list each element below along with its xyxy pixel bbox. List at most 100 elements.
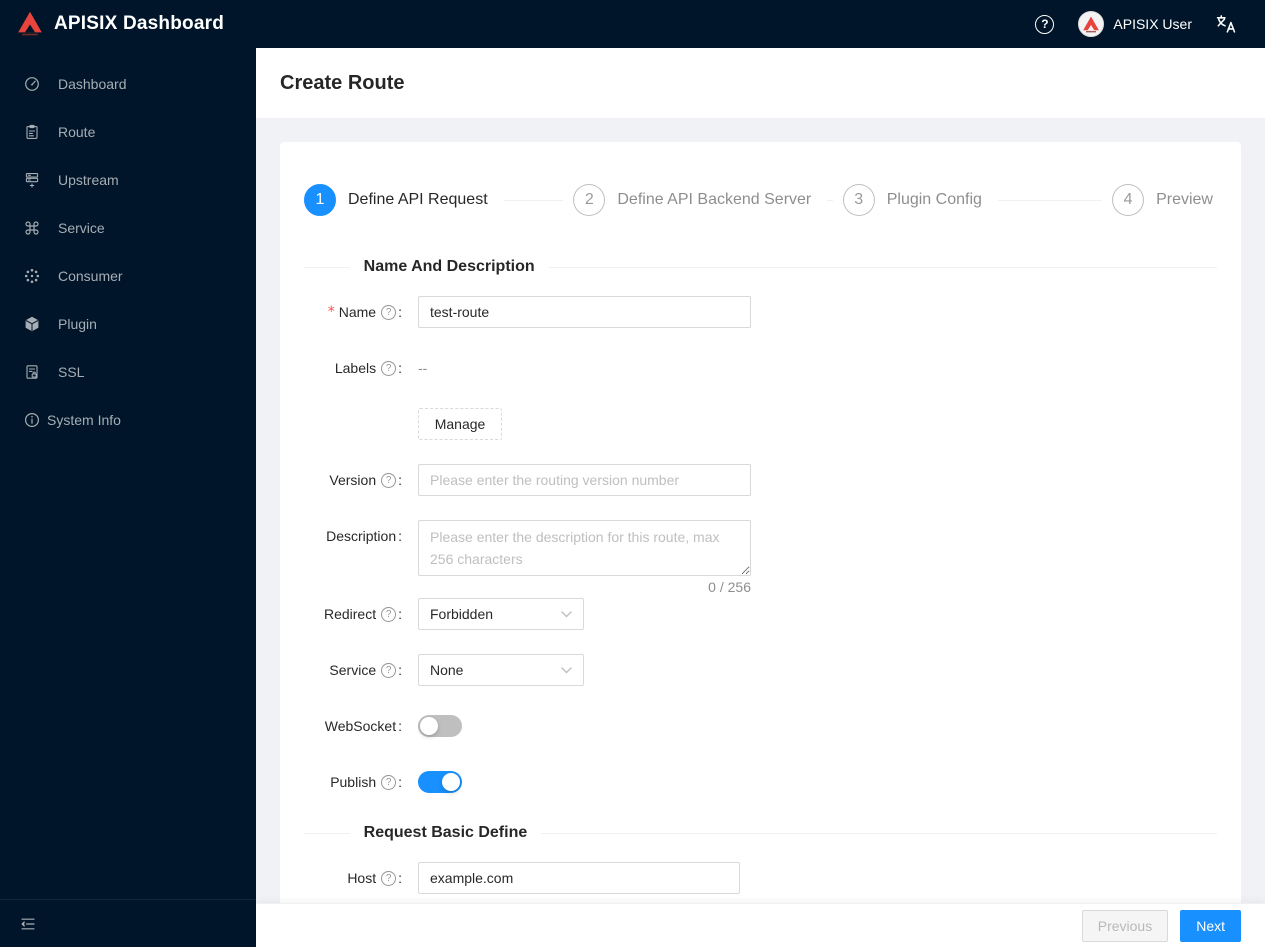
form-row-websocket: WebSocket : bbox=[304, 710, 1217, 742]
route-icon bbox=[24, 124, 40, 140]
page-title: Create Route bbox=[280, 71, 405, 94]
sidebar-menu: Dashboard Route Upstream Service Consume… bbox=[0, 48, 256, 899]
labels-value: -- bbox=[418, 360, 428, 376]
service-select[interactable]: None bbox=[418, 654, 584, 686]
divider-line bbox=[541, 832, 1217, 834]
step-define-api-request: 1 Define API Request bbox=[304, 184, 573, 216]
service-select-value: None bbox=[430, 662, 464, 678]
form-row-description: Description : 0 / 256 bbox=[304, 520, 1217, 598]
websocket-label: WebSocket : bbox=[324, 718, 402, 734]
step-title: Define API Request bbox=[348, 191, 488, 208]
form-row-service: Service ? : None bbox=[304, 654, 1217, 686]
sidebar-item-label: SSL bbox=[58, 364, 85, 380]
help-icon[interactable]: ? bbox=[1035, 14, 1055, 34]
app-logo-area[interactable]: APISIX Dashboard bbox=[0, 10, 256, 38]
version-label: Version ? : bbox=[329, 472, 402, 488]
system-info-icon bbox=[24, 412, 40, 428]
step-title: Preview bbox=[1156, 191, 1213, 208]
dashboard-icon bbox=[24, 76, 40, 92]
publish-help-icon[interactable]: ? bbox=[381, 774, 397, 790]
section-request-basic-define: Request Basic Define bbox=[304, 822, 1217, 844]
step-connector bbox=[827, 199, 833, 201]
required-asterisk: * bbox=[327, 304, 335, 320]
version-help-icon[interactable]: ? bbox=[381, 472, 397, 488]
page-header: Create Route bbox=[256, 48, 1265, 118]
sidebar-item-ssl[interactable]: SSL bbox=[0, 352, 256, 392]
step-preview: 4 Preview bbox=[1112, 184, 1217, 216]
upstream-icon bbox=[24, 172, 40, 188]
section-name-and-description: Name And Description bbox=[304, 256, 1217, 278]
manage-labels-button[interactable]: Manage bbox=[418, 408, 502, 440]
redirect-label: Redirect ? : bbox=[323, 606, 402, 622]
menu-collapse-icon[interactable] bbox=[20, 916, 36, 932]
sidebar-item-label: Consumer bbox=[58, 268, 123, 284]
sidebar: Dashboard Route Upstream Service Consume… bbox=[0, 48, 256, 947]
service-icon bbox=[24, 220, 40, 236]
sidebar-item-label: Dashboard bbox=[58, 76, 127, 92]
name-input[interactable] bbox=[418, 296, 751, 328]
sidebar-item-consumer[interactable]: Consumer bbox=[0, 256, 256, 296]
sidebar-item-dashboard[interactable]: Dashboard bbox=[0, 64, 256, 104]
description-textarea[interactable] bbox=[418, 520, 751, 576]
sidebar-item-label: Plugin bbox=[58, 316, 97, 332]
sidebar-item-label: Route bbox=[58, 124, 96, 140]
step-connector bbox=[997, 199, 1103, 201]
sidebar-item-label: Upstream bbox=[58, 172, 119, 188]
divider-line bbox=[304, 266, 350, 268]
redirect-select[interactable]: Forbidden bbox=[418, 598, 584, 630]
step-define-api-backend-server: 2 Define API Backend Server bbox=[573, 184, 842, 216]
next-button[interactable]: Next bbox=[1180, 909, 1241, 942]
description-char-counter: 0 / 256 bbox=[708, 579, 751, 595]
form-row-redirect: Redirect ? : Forbidden bbox=[304, 598, 1217, 630]
version-input[interactable] bbox=[418, 464, 751, 496]
step-number: 3 bbox=[842, 184, 875, 216]
host-help-icon[interactable]: ? bbox=[381, 870, 397, 886]
step-number: 4 bbox=[1112, 184, 1145, 216]
user-menu[interactable]: APISIX User bbox=[1078, 11, 1192, 37]
create-route-card: 1 Define API Request 2 Define API Backen… bbox=[280, 142, 1241, 947]
sidebar-item-label: Service bbox=[58, 220, 105, 236]
section-title: Request Basic Define bbox=[363, 824, 528, 841]
chevron-down-icon bbox=[561, 610, 572, 618]
language-switch-icon[interactable] bbox=[1216, 14, 1237, 35]
user-avatar bbox=[1078, 11, 1105, 37]
section-title: Name And Description bbox=[363, 258, 535, 275]
sidebar-item-label: System Info bbox=[47, 412, 121, 428]
divider-line bbox=[304, 832, 350, 834]
redirect-select-value: Forbidden bbox=[430, 606, 494, 622]
user-name: APISIX User bbox=[1113, 16, 1192, 32]
sidebar-item-plugin[interactable]: Plugin bbox=[0, 304, 256, 344]
steps-bar: 1 Define API Request 2 Define API Backen… bbox=[304, 184, 1217, 216]
footer-toolbar: Previous Next bbox=[256, 903, 1265, 947]
step-number: 1 bbox=[304, 184, 336, 216]
form-row-labels: Labels ? : -- Manage bbox=[304, 352, 1217, 440]
sidebar-item-upstream[interactable]: Upstream bbox=[0, 160, 256, 200]
divider-line bbox=[548, 266, 1217, 268]
service-help-icon[interactable]: ? bbox=[381, 662, 397, 678]
host-input[interactable] bbox=[418, 862, 740, 894]
websocket-toggle[interactable] bbox=[418, 715, 462, 737]
name-help-icon[interactable]: ? bbox=[381, 304, 397, 320]
name-label: * Name ? : bbox=[327, 304, 402, 320]
publish-label: Publish ? : bbox=[330, 774, 402, 790]
ssl-icon bbox=[24, 364, 40, 380]
publish-toggle[interactable] bbox=[418, 771, 462, 793]
app-title: APISIX Dashboard bbox=[54, 13, 225, 34]
redirect-help-icon[interactable]: ? bbox=[381, 606, 397, 622]
step-title: Define API Backend Server bbox=[617, 191, 812, 208]
previous-button[interactable]: Previous bbox=[1081, 909, 1169, 942]
content-area: 1 Define API Request 2 Define API Backen… bbox=[256, 118, 1265, 947]
form-row-publish: Publish ? : bbox=[304, 766, 1217, 798]
apisix-logo-icon bbox=[16, 10, 44, 38]
labels-help-icon[interactable]: ? bbox=[381, 360, 397, 376]
sidebar-footer bbox=[0, 899, 256, 947]
sidebar-item-system-info[interactable]: System Info bbox=[0, 400, 256, 440]
step-plugin-config: 3 Plugin Config bbox=[842, 184, 1112, 216]
chevron-down-icon bbox=[561, 666, 572, 674]
sidebar-item-route[interactable]: Route bbox=[0, 112, 256, 152]
consumer-icon bbox=[24, 268, 40, 284]
sidebar-item-service[interactable]: Service bbox=[0, 208, 256, 248]
top-header: APISIX Dashboard ? APISIX User bbox=[0, 0, 1265, 48]
step-title: Plugin Config bbox=[886, 191, 982, 208]
host-label: Host ? : bbox=[347, 870, 402, 886]
